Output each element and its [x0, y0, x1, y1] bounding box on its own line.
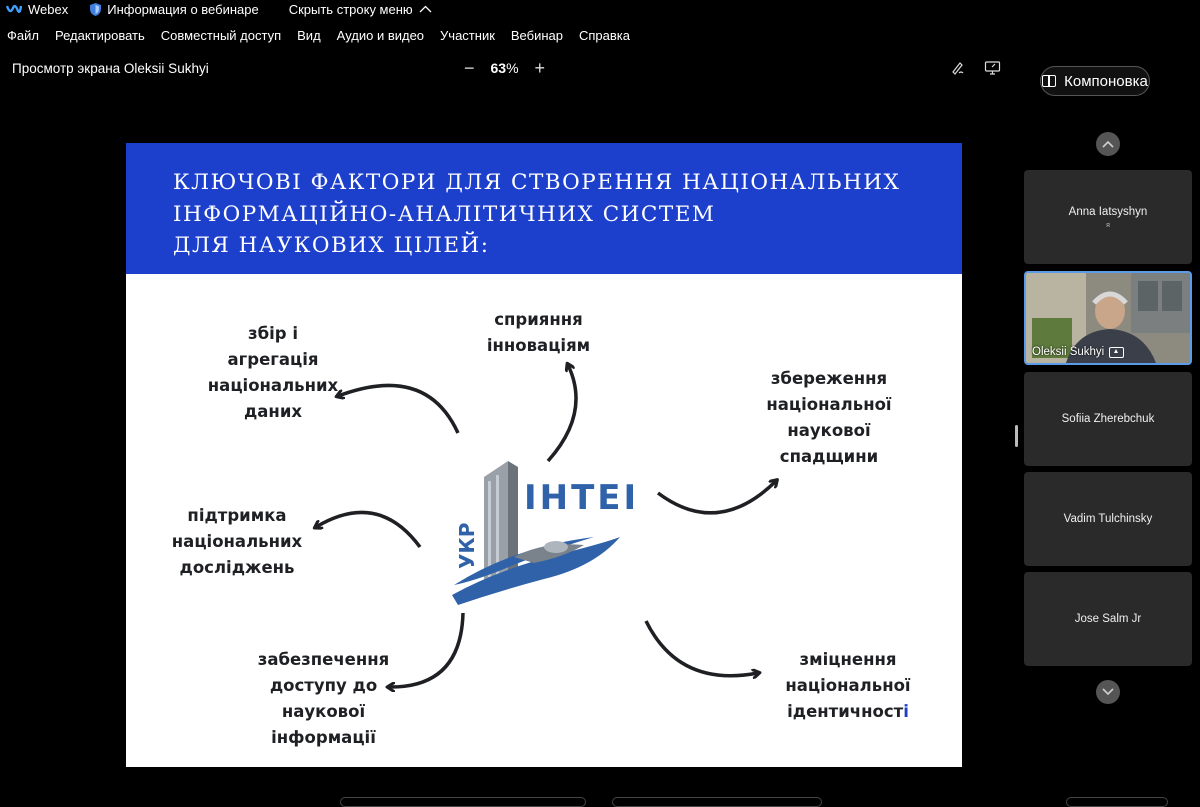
app-brand: Webex	[6, 2, 68, 17]
factor-innovation-line-1: сприяння	[494, 310, 583, 329]
logo-prefix: УКР	[455, 523, 479, 569]
layout-button-label: Компоновка	[1064, 72, 1148, 90]
panel-resize-handle[interactable]	[1015, 425, 1018, 447]
popout-screen-icon[interactable]	[984, 60, 1002, 76]
factor-innovation-line-2: інноваціям	[486, 336, 591, 355]
factor-heritage-line-1: збереження	[770, 369, 888, 388]
participant-name: Jose Salm Jr	[1074, 613, 1142, 625]
factor-identity: зміцнення національної ідентичності	[774, 647, 922, 725]
menu-participant[interactable]: Участник	[440, 28, 495, 48]
factor-collect-line-4: даних	[243, 402, 303, 421]
zoom-out-button[interactable]: −	[464, 59, 475, 77]
factor-identity-line-3-accent: і	[903, 702, 909, 721]
participants-scroll-up-button[interactable]	[1096, 132, 1120, 156]
webex-logo-icon	[6, 4, 22, 14]
factor-heritage-line-4: спадщини	[779, 447, 879, 466]
participant-tile-active-video[interactable]: Oleksii Sukhyi	[1024, 271, 1192, 365]
factor-collect-line-2: агрегація	[227, 350, 319, 369]
menu-edit[interactable]: Редактировать	[55, 28, 145, 48]
participant-tile[interactable]: Sofiia Zherebchuk	[1024, 372, 1192, 466]
participants-scroll-down-button[interactable]	[1096, 680, 1120, 704]
participant-tile[interactable]: Jose Salm Jr	[1024, 572, 1192, 666]
factor-access-info: забезпечення доступу до наукової інформа…	[246, 647, 401, 751]
view-tools	[950, 60, 1002, 76]
participant-tile[interactable]: Vadim Tulchinsky	[1024, 472, 1192, 566]
zoom-control: − 63% +	[464, 59, 546, 77]
menu-audio-video[interactable]: Аудио и видео	[337, 28, 424, 48]
title-bar: Webex Информация о вебинаре Скрыть строк…	[0, 0, 1200, 18]
menu-view[interactable]: Вид	[297, 28, 321, 48]
participant-name: Vadim Tulchinsky	[1063, 513, 1153, 525]
factor-access-line-1: забезпечення	[257, 650, 390, 669]
factor-access-line-3: наукової	[281, 702, 366, 721]
chevron-up-icon	[1102, 140, 1114, 148]
factor-identity-line-1: зміцнення	[799, 650, 897, 669]
webinar-info-label: Информация о вебинаре	[107, 1, 259, 17]
hide-menu-bar-button[interactable]: Скрыть строку меню	[289, 2, 432, 17]
factor-support-line-2: національних	[171, 532, 303, 551]
factor-support-line-3: досліджень	[179, 558, 295, 577]
factor-identity-line-3-main: ідентичност	[787, 702, 904, 721]
annotate-icon[interactable]	[950, 60, 966, 76]
participant-name-bar: Oleksii Sukhyi	[1032, 346, 1125, 358]
arrow-innovation	[546, 365, 578, 463]
factor-heritage-line-3: наукової	[787, 421, 871, 440]
factor-identity-line-3: ідентичності	[774, 699, 922, 725]
participant-name: Oleksii Sukhyi	[1032, 346, 1105, 358]
participant-tile[interactable]: Anna Iatsyshyn я	[1024, 170, 1192, 264]
layout-icon	[1042, 75, 1057, 87]
screen-share-icon	[1109, 346, 1125, 358]
arrow-support	[316, 510, 422, 549]
zoom-unit: %	[506, 60, 519, 76]
shield-icon	[90, 2, 102, 16]
factor-collect-line-1: збір і	[248, 324, 298, 343]
arrow-heritage	[656, 481, 776, 515]
app-name: Webex	[28, 1, 69, 17]
menu-file[interactable]: Файл	[7, 28, 39, 48]
logo-text: ІНТЕІ	[524, 478, 639, 518]
participant-name: Anna Iatsyshyn	[1068, 205, 1148, 218]
bottom-control-pill[interactable]	[340, 797, 586, 807]
factor-access-line-4: інформації	[271, 728, 376, 747]
participant-subtitle: я	[1106, 221, 1110, 229]
zoom-level: 63%	[491, 60, 519, 76]
factor-heritage-line-2: національної	[766, 395, 892, 414]
factor-heritage: збереження національної наукової спадщин…	[754, 366, 904, 470]
screen-view-bar: Просмотр экрана Oleksii Sukhyi − 63% +	[0, 59, 1200, 80]
zoom-value: 63	[490, 60, 507, 76]
factor-support-line-1: підтримка	[187, 506, 287, 525]
menu-help[interactable]: Справка	[579, 28, 630, 48]
factor-collect-line-3: національних	[207, 376, 339, 395]
factor-identity-line-2: національної	[785, 676, 911, 695]
screen-view-title: Просмотр экрана Oleksii Sukhyi	[12, 61, 209, 76]
factor-support-research: підтримка національних досліджень	[166, 503, 308, 581]
menu-bar: Файл Редактировать Совместный доступ Вид…	[0, 28, 639, 48]
menu-share[interactable]: Совместный доступ	[161, 28, 281, 48]
hide-menu-label: Скрыть строку меню	[288, 1, 413, 17]
webinar-info-button[interactable]: Информация о вебинаре	[90, 1, 259, 17]
factor-innovation: сприяння інноваціям	[471, 307, 606, 359]
menu-webinar[interactable]: Вебинар	[511, 28, 563, 48]
chevron-up-icon	[419, 5, 432, 13]
factor-access-line-2: доступу до	[269, 676, 378, 695]
zoom-in-button[interactable]: +	[535, 59, 546, 77]
ukrintei-logo: ІНТЕІ УКР	[452, 461, 639, 605]
participant-name: Sofiia Zherebchuk	[1061, 413, 1155, 425]
factor-collect-data: збір і агрегація національних даних	[188, 321, 358, 425]
layout-button[interactable]: Компоновка	[1040, 66, 1150, 96]
bottom-control-pill[interactable]	[612, 797, 822, 807]
bottom-control-pill[interactable]	[1066, 797, 1168, 807]
chevron-down-icon	[1102, 688, 1114, 696]
arrow-identity	[644, 620, 758, 676]
shared-screen-slide: КЛЮЧОВІ ФАКТОРИ ДЛЯ СТВОРЕННЯ НАЦІОНАЛЬН…	[126, 143, 962, 767]
